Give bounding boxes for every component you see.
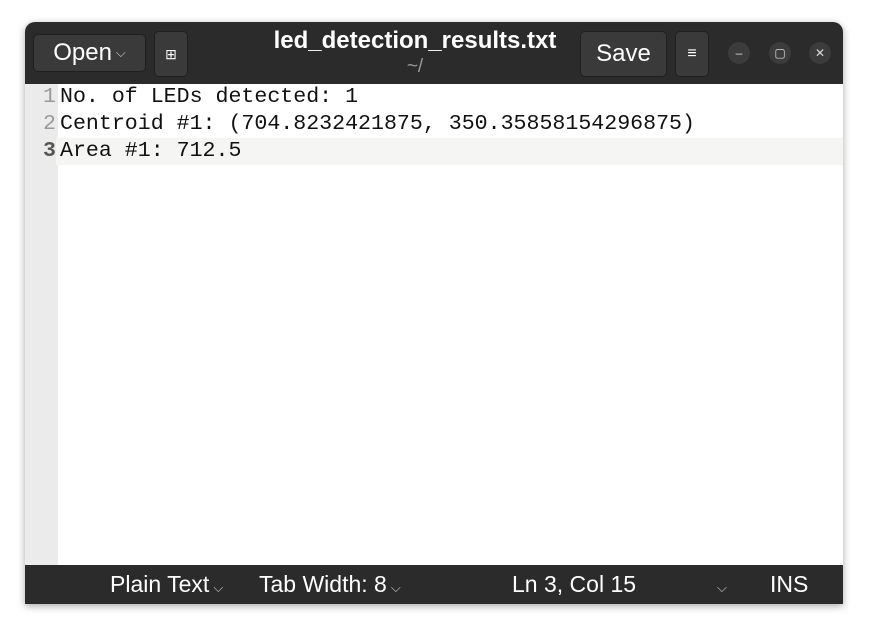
line-text: Area #1: 712.5 — [60, 139, 242, 163]
maximize-icon: ▢ — [774, 46, 786, 60]
open-button[interactable]: Open ⌵ — [33, 34, 146, 72]
window-title: led_detection_results.txt — [273, 27, 557, 54]
chevron-down-icon: ⌵ — [213, 580, 224, 595]
window-subtitle: ~/ — [406, 56, 424, 77]
text-editor-window: Open ⌵ ⊞ led_detection_results.txt ~/ Sav… — [25, 22, 843, 604]
language-label: Plain Text — [110, 571, 210, 597]
line-text: Centroid #1: (704.8232421875, 350.358581… — [60, 112, 695, 136]
menu-button[interactable]: ≡ — [675, 31, 709, 77]
minimize-icon: – — [735, 46, 743, 60]
line-number: 1 — [25, 84, 56, 111]
insert-mode[interactable]: INS — [770, 571, 808, 598]
encoding-dropdown[interactable]: ⌵ — [713, 571, 727, 598]
tab-width-label: Tab Width: 8 — [259, 571, 387, 597]
status-bar: Plain Text ⌵ Tab Width: 8 ⌵ Ln 3, Col 15 ⌵… — [25, 565, 843, 604]
header-bar: Open ⌵ ⊞ led_detection_results.txt ~/ Sav… — [25, 22, 843, 84]
maximize-button[interactable]: ▢ — [769, 42, 791, 64]
current-text-line[interactable]: 3 Area #1: 712.5 — [25, 138, 843, 165]
text-line[interactable]: 2 Centroid #1: (704.8232421875, 350.35858… — [25, 111, 843, 138]
text-area[interactable]: 1 No. of LEDs detected: 1 2 Centroid #1: (… — [25, 84, 843, 565]
line-number: 2 — [25, 111, 56, 138]
text-line[interactable]: 1 No. of LEDs detected: 1 — [25, 84, 843, 111]
close-icon: ✕ — [814, 46, 826, 60]
minimize-button[interactable]: – — [728, 42, 750, 64]
cursor-position[interactable]: Ln 3, Col 15 — [512, 571, 636, 598]
hamburger-icon: ≡ — [687, 45, 697, 62]
line-text: No. of LEDs detected: 1 — [60, 85, 359, 109]
chevron-down-icon: ⌵ — [115, 45, 126, 60]
new-document-icon: ⊞ — [165, 45, 177, 62]
chevron-down-icon: ⌵ — [390, 580, 401, 595]
chevron-down-icon: ⌵ — [717, 580, 727, 595]
open-label: Open — [53, 39, 112, 66]
close-button[interactable]: ✕ — [809, 42, 831, 64]
tab-width-selector[interactable]: Tab Width: 8 ⌵ — [259, 571, 401, 598]
language-selector[interactable]: Plain Text ⌵ — [110, 571, 223, 598]
line-number: 3 — [25, 138, 56, 165]
new-tab-button[interactable]: ⊞ — [154, 31, 188, 77]
save-button[interactable]: Save — [580, 31, 667, 77]
